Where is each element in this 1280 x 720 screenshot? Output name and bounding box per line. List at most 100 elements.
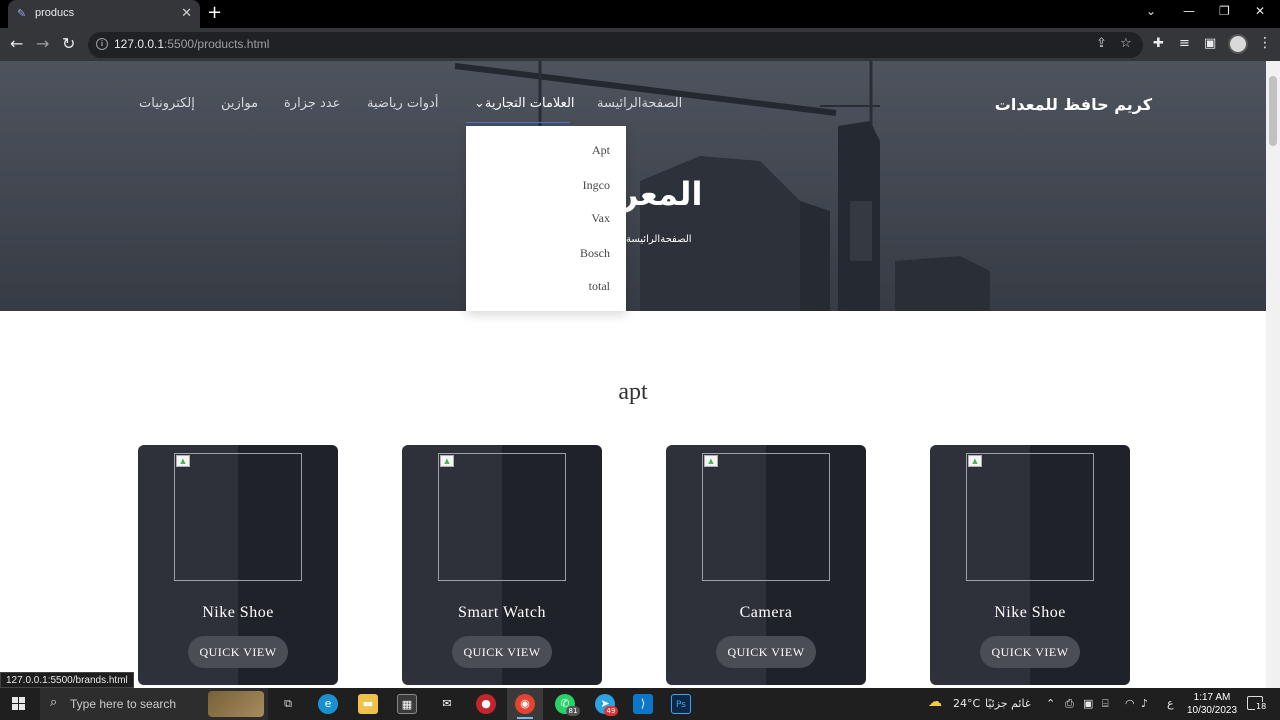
dropdown-item-vax[interactable]: Vax [591,211,610,226]
product-image: ▲ [438,453,566,581]
weather-text[interactable]: غائم جزئيًا [985,697,1031,710]
broken-image-icon: ▲ [968,455,982,467]
dropdown-item-total[interactable]: total [589,279,610,294]
restore-button[interactable]: ❐ [1219,4,1230,18]
product-image: ▲ [174,453,302,581]
nav-hardware[interactable]: عدد جزارة [284,96,340,111]
browser-toolbar: ← → ↻ i 127.0.0.1:5500/products.html ⇪ ☆… [0,28,1280,61]
product-image: ▲ [702,453,830,581]
tray-meet-icon[interactable]: ▣ [1083,697,1093,710]
bookmark-star-icon[interactable]: ☆ [1120,36,1132,51]
dropdown-item-ingco[interactable]: Ingco [583,178,610,193]
status-bar-url: 127.0.0.1:5500/brands.html [0,672,134,688]
vscode-icon[interactable]: ⟩ [633,694,653,714]
tray-app-icon[interactable]: ⎙ [1065,697,1074,711]
telegram-badge: 49 [604,706,618,716]
tab-search-icon[interactable]: ⌄ [1146,4,1156,18]
section-title: apt [618,379,648,405]
mail-icon[interactable]: ✉ [437,694,457,714]
quick-view-button[interactable]: QUICK VIEW [188,636,288,668]
broken-image-icon: ▲ [440,455,454,467]
nav-brands-label: العلامات التجارية [484,96,575,111]
new-tab-button[interactable]: + [207,3,222,23]
product-card: ▲ Nike Shoe QUICK VIEW [138,445,338,685]
close-window-button[interactable]: ✕ [1255,4,1265,18]
nav-active-underline [466,122,570,123]
windows-taskbar: ⌕ Type here to search ⧉ e ▬ ▦ ✉ ● ◉ ✆ 81… [0,688,1280,720]
notification-count: 18 [1255,702,1268,711]
brands-dropdown: Apt Ingco Vax Bosch total [466,126,626,311]
hero-banner: كريم حافظ للمعدات الصفحةالرائيسة ⌄العلام… [0,61,1266,311]
taskbar-search-box[interactable]: ⌕ Type here to search [40,688,268,720]
page-favicon-icon: ✎ [17,7,27,20]
address-url[interactable]: 127.0.0.1:5500/products.html [114,37,269,51]
nav-sports[interactable]: أدوات رياضية [367,96,438,111]
site-brand[interactable]: كريم حافظ للمعدات [995,95,1152,114]
chrome-icon[interactable]: ◉ [515,694,535,714]
browser-tab-bar: ✎ producs ✕ + ⌄ — ❐ ✕ [0,0,1280,28]
search-placeholder: Type here to search [70,697,177,711]
browser-tab[interactable]: ✎ producs ✕ [8,0,200,28]
edge-browser-icon[interactable]: e [318,694,338,714]
nav-brands[interactable]: ⌄العلامات التجارية [474,96,575,111]
photoshop-icon[interactable]: Ps [671,694,691,714]
hero-breadcrumb[interactable]: الصفحةالرائيسة [626,234,692,245]
menu-kebab-icon[interactable]: ⋮ [1258,35,1272,51]
dropdown-item-bosch[interactable]: Bosch [580,246,610,261]
input-language[interactable]: ع [1167,697,1174,710]
tray-app2-icon[interactable]: ⌸ [1102,697,1109,711]
product-card: ▲ Nike Shoe QUICK VIEW [930,445,1130,685]
weather-temp[interactable]: 24°C [953,697,980,710]
address-bar[interactable]: i 127.0.0.1:5500/products.html ⇪ ☆ [88,32,1143,58]
clock-time: 1:17 AM [1193,692,1231,703]
back-button[interactable]: ← [10,34,23,54]
nav-home[interactable]: الصفحةالرائيسة [597,96,682,111]
dropdown-item-apt[interactable]: Apt [592,143,610,158]
microsoft-store-icon[interactable]: ▦ [397,694,417,714]
product-card: ▲ Camera QUICK VIEW [666,445,866,685]
search-icon: ⌕ [50,695,58,710]
clock-date: 10/30/2023 [1186,705,1238,716]
forward-button[interactable]: → [36,34,49,54]
wifi-icon[interactable]: ◠ [1125,697,1135,710]
nav-scales[interactable]: موازين [221,96,258,111]
app-red-icon[interactable]: ● [476,694,496,714]
task-view-icon[interactable]: ⧉ [278,694,298,714]
search-highlight-image [208,691,264,717]
extensions-icon[interactable]: ✚ [1153,36,1164,51]
side-panel-icon[interactable]: ▣ [1204,36,1216,51]
product-image: ▲ [966,453,1094,581]
scrollbar-thumb[interactable] [1269,76,1277,146]
product-name: Camera [739,604,793,621]
reading-list-icon[interactable]: ≡ [1179,36,1190,51]
profile-avatar[interactable] [1228,34,1248,54]
reload-button[interactable]: ↻ [62,34,75,54]
notification-center-icon[interactable]: 18 [1247,696,1268,711]
volume-icon[interactable]: ♪ [1141,697,1148,710]
broken-image-icon: ▲ [176,455,190,467]
broken-image-icon: ▲ [704,455,718,467]
product-card: ▲ Smart Watch QUICK VIEW [402,445,602,685]
quick-view-button[interactable]: QUICK VIEW [980,636,1080,668]
page-viewport: كريم حافظ للمعدات الصفحةالرائيسة ⌄العلام… [0,61,1280,688]
product-name: Nike Shoe [202,604,274,621]
whatsapp-badge: 81 [566,706,580,716]
nav-electronics[interactable]: إلكترونيات [139,96,195,111]
chevron-down-icon: ⌄ [474,96,485,111]
tab-title: producs [35,7,75,19]
share-icon[interactable]: ⇪ [1096,36,1107,51]
taskbar-clock[interactable]: 1:17 AM 10/30/2023 [1184,691,1240,717]
product-name: Smart Watch [458,604,546,621]
site-info-icon[interactable]: i [96,38,108,50]
windows-start-icon[interactable] [12,697,26,711]
quick-view-button[interactable]: QUICK VIEW [716,636,816,668]
hero-title: المعر [620,175,703,213]
page-scrollbar[interactable] [1266,61,1280,688]
quick-view-button[interactable]: QUICK VIEW [452,636,552,668]
product-name: Nike Shoe [994,604,1066,621]
tray-overflow-icon[interactable]: ⌃ [1046,697,1055,710]
file-explorer-icon[interactable]: ▬ [358,694,378,714]
close-tab-icon[interactable]: ✕ [181,6,192,21]
weather-icon[interactable]: ☁ [928,694,942,710]
minimize-button[interactable]: — [1183,4,1195,18]
